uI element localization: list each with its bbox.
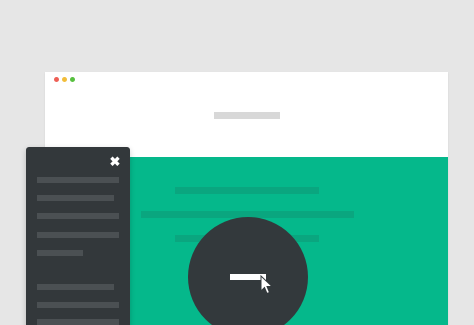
cursor-pointer-icon: [260, 275, 274, 295]
menu-item-placeholder-4[interactable]: [37, 232, 119, 238]
menu-item-placeholder-5[interactable]: [37, 250, 83, 256]
stage: ✖: [0, 0, 474, 325]
hero-text-placeholder-1: [175, 187, 319, 194]
floating-action-button[interactable]: [188, 217, 308, 325]
menu-item-placeholder-1[interactable]: [37, 177, 119, 183]
window-close-dot[interactable]: [54, 77, 59, 82]
header-title-placeholder: [214, 112, 280, 119]
menu-item-placeholder-7[interactable]: [37, 302, 119, 308]
window-minimize-dot[interactable]: [62, 77, 67, 82]
menu-item-placeholder-6[interactable]: [37, 284, 114, 290]
window-maximize-dot[interactable]: [70, 77, 75, 82]
close-icon[interactable]: ✖: [109, 155, 121, 168]
window-titlebar: [45, 72, 448, 86]
side-menu-panel: ✖: [26, 147, 130, 325]
menu-item-placeholder-8[interactable]: [37, 319, 119, 325]
menu-item-placeholder-2[interactable]: [37, 195, 114, 201]
menu-item-placeholder-3[interactable]: [37, 213, 119, 219]
